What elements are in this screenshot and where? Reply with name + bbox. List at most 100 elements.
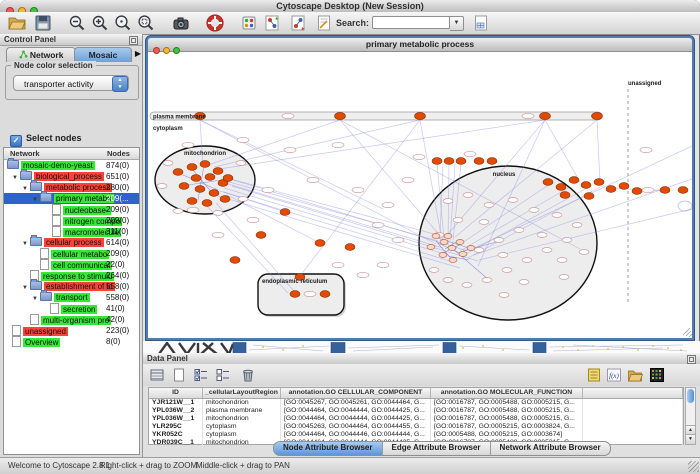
tree-row-selected[interactable]: ▼primary metabo209(... — [4, 193, 139, 204]
leaf-page-icon — [52, 215, 61, 226]
open-session-button[interactable] — [8, 14, 26, 32]
table-scrollbar[interactable]: ▲ ▼ — [685, 387, 696, 445]
main-toolbar: Search: ▼ — [0, 12, 700, 35]
background-network-edges — [249, 345, 687, 351]
save-session-button[interactable] — [34, 14, 52, 32]
zoom-fit-icon — [137, 14, 155, 32]
new-page-icon — [171, 367, 187, 383]
fx-icon: f(x) — [606, 367, 622, 383]
tree-row[interactable]: cellular metabo209(0) — [4, 248, 139, 259]
attribute-table-header[interactable]: ID_cellularLayoutRegionannotation.GO CEL… — [149, 388, 683, 399]
snapshot-button[interactable] — [172, 14, 190, 32]
help-button[interactable] — [206, 14, 224, 32]
data-panel-toolbar: f(x) — [143, 364, 700, 386]
search-dropdown-button[interactable]: ▼ — [450, 16, 464, 31]
background-network-shapes — [159, 343, 233, 353]
group-title: Node color selection — [11, 61, 96, 70]
checkbox-checked-icon[interactable]: ✓ — [10, 135, 22, 147]
table-row[interactable]: YKR052Ccytoplasm[GO:0044464, GO:0044446,… — [149, 431, 683, 439]
leaf-page-icon — [12, 325, 21, 336]
node-color-selection-group: Node color selection transporter activit… — [5, 65, 139, 100]
window-resize-grip[interactable] — [688, 461, 699, 472]
vizmapper-b-icon — [289, 14, 307, 32]
new-attribute-button[interactable] — [171, 367, 187, 383]
zoom-out-button[interactable] — [68, 14, 86, 32]
data-panel-title: Data Panel — [147, 354, 188, 363]
import-list-button[interactable] — [586, 367, 602, 383]
tree-row[interactable]: macromolecule311(0) — [4, 226, 139, 237]
leaf-page-icon — [50, 303, 59, 314]
tree-row[interactable]: multi-organism pro42(0) — [4, 314, 139, 325]
folder-icon — [40, 193, 52, 202]
vizmapper-a-button[interactable] — [263, 14, 281, 32]
zoom-selected-button[interactable] — [114, 14, 132, 32]
tree-row[interactable]: secretion41(0) — [4, 303, 139, 314]
tab-node-attribute-browser[interactable]: Node Attribute Browser — [274, 442, 383, 455]
leaf-page-icon — [12, 336, 21, 347]
search-input[interactable] — [372, 16, 450, 29]
camera-icon — [172, 14, 190, 32]
annotation-button[interactable] — [315, 14, 333, 32]
tree-row[interactable]: ▼biological_process651(0) — [4, 171, 139, 182]
network-canvas[interactable]: plasma membrane cytoplasm mitochondrion … — [148, 51, 692, 338]
float-panel-icon[interactable] — [129, 36, 138, 45]
zoom-out-icon — [68, 14, 86, 32]
open-folder-icon — [627, 367, 643, 383]
svg-text:plasma membrane: plasma membrane — [153, 115, 206, 121]
float-panel-icon[interactable] — [687, 355, 696, 364]
tree-row[interactable]: nucleobase-209(0) — [4, 204, 139, 215]
tab-edge-attribute-browser[interactable]: Edge Attribute Browser — [383, 442, 491, 455]
unselect-attributes-button[interactable] — [215, 367, 231, 383]
tab-mosaic[interactable]: Mosaic — [74, 47, 132, 62]
network-view-window[interactable]: primary metabolic process — [146, 36, 694, 340]
tab-network[interactable]: Network — [6, 47, 76, 62]
select-attributes-button[interactable] — [193, 367, 209, 383]
trash-icon — [240, 367, 256, 383]
matrix-icon — [649, 367, 665, 383]
tree-row[interactable]: ▼metabolic process280(0) — [4, 182, 139, 193]
tab-overflow-arrow[interactable]: ▶ — [135, 49, 141, 58]
attribute-table[interactable]: ID_cellularLayoutRegionannotation.GO CEL… — [148, 387, 684, 445]
network-window-title: primary metabolic process — [148, 39, 692, 49]
select-nodes-row[interactable]: ✓Select nodes — [10, 133, 82, 145]
table-row[interactable]: YJR121W__1mitochondrion[GO:0045267, GO:0… — [149, 399, 683, 407]
network-window-titlebar[interactable]: primary metabolic process — [148, 38, 692, 52]
attribute-matrix-button[interactable] — [649, 367, 665, 383]
frame-resize-grip[interactable] — [683, 328, 692, 337]
table-row[interactable]: YPL036W__1mitochondrion[GO:0044464, GO:0… — [149, 415, 683, 423]
node-color-dropdown[interactable]: transporter activity ▲▼ — [13, 75, 129, 91]
scroll-down-icon[interactable]: ▼ — [686, 434, 695, 444]
tree-row[interactable]: cell communicat22(0) — [4, 259, 139, 270]
tree-row[interactable]: ▼cellular process614(0) — [4, 237, 139, 248]
svg-text:unassigned: unassigned — [628, 81, 662, 87]
tab-network-attribute-browser[interactable]: Network Attribute Browser — [491, 442, 610, 455]
import-attributes-button[interactable] — [472, 14, 490, 32]
attribute-browser-button[interactable] — [149, 367, 165, 383]
leaf-page-icon — [40, 259, 49, 270]
table-row[interactable]: YPL036W__2plasma membrane[GO:0044464, GO… — [149, 407, 683, 415]
chevron-down-icon: ▼ — [454, 20, 460, 26]
cytopanel-button[interactable] — [240, 14, 258, 32]
tree-row[interactable]: response to stimulu264(0) — [4, 270, 139, 281]
delete-attribute-button[interactable] — [240, 367, 256, 383]
scrollbar-thumb[interactable] — [687, 389, 694, 403]
attribute-file-icon — [472, 14, 490, 32]
attribute-browser-tabs: Node Attribute Browser Edge Attribute Br… — [273, 441, 611, 456]
table-row[interactable]: YLR295Ccytoplasm[GO:0045263, GO:0044464,… — [149, 423, 683, 431]
network-tree[interactable]: Network Nodes mosaic-demo-yeast874(0) ▼b… — [3, 147, 140, 455]
tree-row[interactable]: unassigned223(0) — [4, 325, 139, 336]
cytopanel-grid-icon — [240, 14, 258, 32]
background-windows-strip[interactable] — [143, 341, 700, 353]
tree-row[interactable]: ▼establishment of lo558(0) — [4, 281, 139, 292]
tree-row[interactable]: nitrogen compo209(0) — [4, 215, 139, 226]
zoom-fit-button[interactable] — [137, 14, 155, 32]
tree-row[interactable]: ▼transport558(0) — [4, 292, 139, 303]
zoom-in-button[interactable] — [91, 14, 109, 32]
folder-icon — [7, 160, 19, 169]
cytoscape-window: Cytoscape Desktop (New Session) Search: … — [0, 0, 700, 474]
tree-row[interactable]: Overview8(0) — [4, 336, 139, 347]
formula-button[interactable]: f(x) — [606, 367, 622, 383]
annotation-page-icon — [315, 14, 333, 32]
open-attribute-file-button[interactable] — [627, 367, 643, 383]
vizmapper-b-button[interactable] — [289, 14, 307, 32]
